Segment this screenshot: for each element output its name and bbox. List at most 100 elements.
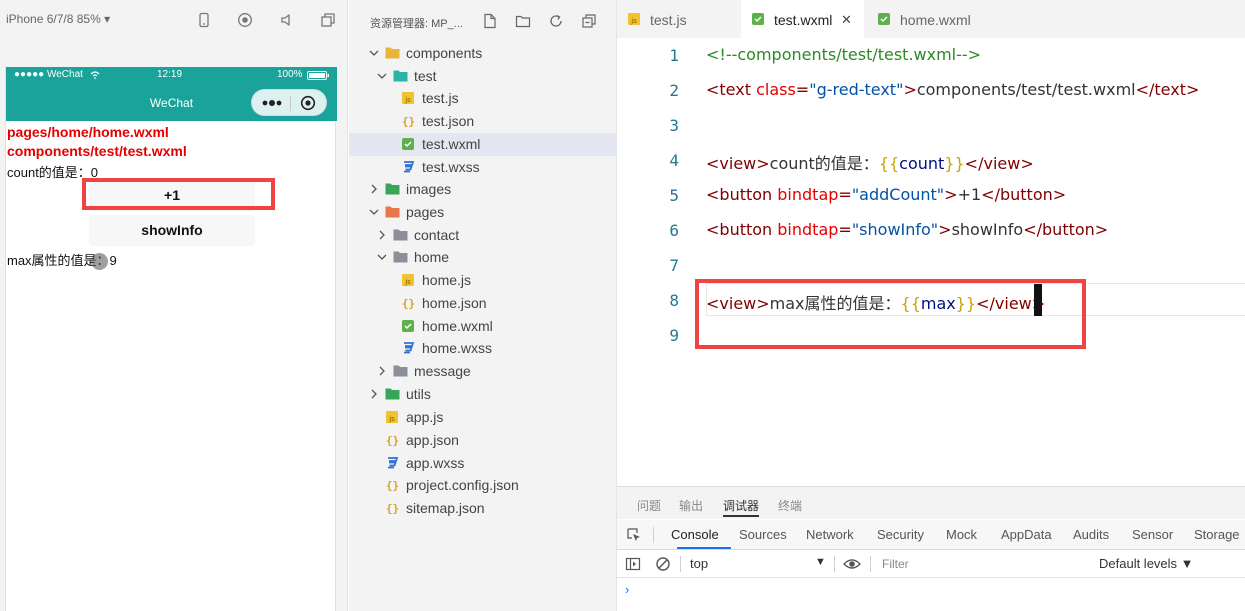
svg-text:js: js xyxy=(630,17,637,25)
editor-tab-label: test.js xyxy=(650,12,687,28)
tab-audits[interactable]: Audits xyxy=(1073,527,1109,542)
detach-window-icon[interactable] xyxy=(320,12,336,28)
highlight-box xyxy=(695,279,1086,349)
inspect-element-icon[interactable] xyxy=(626,527,642,543)
new-folder-icon[interactable] xyxy=(515,13,531,29)
tree-item-home-json[interactable]: {} home.json xyxy=(349,292,617,315)
eye-icon[interactable] xyxy=(843,556,861,572)
code-line[interactable]: 5 <button bindtap="addCount">+1</button> xyxy=(617,178,1245,213)
tree-item-app-js[interactable]: js app.js xyxy=(349,406,617,429)
tree-item-home-wxml[interactable]: home.wxml xyxy=(349,315,617,338)
tab-debugger[interactable]: 调试器 xyxy=(723,497,759,514)
wxml-file-icon xyxy=(877,12,891,29)
tree-item-app-json[interactable]: {} app.json xyxy=(349,429,617,452)
code-line[interactable]: 1 <!--components/test/test.wxml--> xyxy=(617,38,1245,73)
line-number: 3 xyxy=(669,116,679,135)
folder-icon xyxy=(385,205,400,220)
phone-icon[interactable] xyxy=(196,12,212,28)
code-line[interactable]: 4 <view>count的值是：{{count}}</view> xyxy=(617,143,1245,178)
sidebar-toggle-icon[interactable] xyxy=(625,556,641,572)
context-select[interactable]: top xyxy=(690,556,708,571)
tab-terminal[interactable]: 终端 xyxy=(778,497,802,514)
wxss-file-icon xyxy=(401,160,415,175)
chevron-down-icon[interactable] xyxy=(377,249,387,265)
status-bar: ●●●●● WeChat 12:19 100% xyxy=(6,67,337,84)
tree-item-test[interactable]: test xyxy=(349,65,617,88)
device-select[interactable]: iPhone 6/7/8 85% ▾ xyxy=(6,12,110,26)
capsule-button[interactable] xyxy=(251,89,327,116)
chevron-down-icon[interactable] xyxy=(369,45,379,61)
tree-item-home-js[interactable]: js home.js xyxy=(349,269,617,292)
toolbar-divider xyxy=(653,527,654,543)
tab-problems[interactable]: 问题 xyxy=(637,497,661,514)
tree-item-test-wxml[interactable]: test.wxml xyxy=(349,133,617,156)
tree-item-pages[interactable]: pages xyxy=(349,201,617,224)
collapse-all-icon[interactable] xyxy=(581,13,597,29)
code-line[interactable]: 3 xyxy=(617,108,1245,143)
battery-icon xyxy=(307,71,329,80)
line-number: 8 xyxy=(669,291,679,310)
record-icon[interactable] xyxy=(237,12,253,28)
tree-item-sitemap-json[interactable]: {} sitemap.json xyxy=(349,497,617,520)
close-tab-icon[interactable]: ✕ xyxy=(841,12,852,28)
tab-sensor[interactable]: Sensor xyxy=(1132,527,1173,542)
tree-item-app-wxss[interactable]: app.wxss xyxy=(349,452,617,475)
filter-input[interactable] xyxy=(878,553,1088,575)
tab-mock[interactable]: Mock xyxy=(946,527,977,542)
editor-tab-test-js[interactable]: js test.js xyxy=(617,0,739,38)
svg-text:{}: {} xyxy=(402,297,415,310)
code-line[interactable]: 2 <text class="g-red-text">components/tes… xyxy=(617,73,1245,108)
explorer-title: 资源管理器: MP_... xyxy=(370,18,463,30)
tab-storage[interactable]: Storage xyxy=(1194,527,1240,542)
editor-tab-test-wxml[interactable]: test.wxml ✕ xyxy=(741,0,864,38)
tree-item-home-wxss[interactable]: home.wxss xyxy=(349,337,617,360)
wxml-file-icon xyxy=(401,319,415,334)
editor-tab-home-wxml[interactable]: home.wxml xyxy=(867,0,989,38)
tree-item-project-config-json[interactable]: {} project.config.json xyxy=(349,474,617,497)
tree-item-message[interactable]: message xyxy=(349,360,617,383)
show-info-button[interactable]: showInfo xyxy=(89,215,255,246)
tree-item-contact[interactable]: contact xyxy=(349,224,617,247)
line-number: 7 xyxy=(669,256,679,275)
tab-sources[interactable]: Sources xyxy=(739,527,787,542)
code-line[interactable]: 7 xyxy=(617,248,1245,283)
tab-console[interactable]: Console xyxy=(671,527,719,542)
tree-item-images[interactable]: images xyxy=(349,178,617,201)
log-levels-select[interactable]: Default levels ▼ xyxy=(1099,556,1194,571)
toolbar-divider xyxy=(680,556,681,572)
tab-network[interactable]: Network xyxy=(806,527,854,542)
chevron-right-icon[interactable] xyxy=(369,386,379,402)
tree-item-utils[interactable]: utils xyxy=(349,383,617,406)
line-number: 2 xyxy=(669,81,679,100)
chevron-down-icon[interactable] xyxy=(369,204,379,220)
tree-item-components[interactable]: components xyxy=(349,42,617,65)
tree-item-test-js[interactable]: js test.js xyxy=(349,87,617,110)
svg-text:{}: {} xyxy=(386,434,399,447)
chevron-down-icon[interactable] xyxy=(377,68,387,84)
tree-item-label: test xyxy=(414,68,437,84)
volume-icon[interactable] xyxy=(279,12,295,28)
tab-security[interactable]: Security xyxy=(877,527,924,542)
new-file-icon[interactable] xyxy=(482,13,498,29)
code-line[interactable]: 6 <button bindtap="showInfo">showInfo</bu… xyxy=(617,213,1245,248)
code-text: <!--components/test/test.wxml--> xyxy=(706,45,982,64)
more-icon[interactable] xyxy=(262,100,282,106)
mouse-cursor xyxy=(91,253,108,270)
chevron-right-icon[interactable] xyxy=(377,227,387,243)
tree-item-test-json[interactable]: {} test.json xyxy=(349,110,617,133)
clear-console-icon[interactable] xyxy=(655,556,671,572)
chevron-right-icon[interactable] xyxy=(377,363,387,379)
phone-screen: ●●●●● WeChat 12:19 100% WeChat pages/hom… xyxy=(5,67,337,611)
js-file-icon: js xyxy=(627,12,641,29)
tab-output[interactable]: 输出 xyxy=(679,497,703,514)
chevron-down-icon[interactable]: ▼ xyxy=(815,556,826,568)
close-mini-program-icon[interactable] xyxy=(300,95,316,111)
line-number: 5 xyxy=(669,186,679,205)
chevron-right-icon[interactable] xyxy=(369,181,379,197)
refresh-icon[interactable] xyxy=(548,13,564,29)
text-cursor xyxy=(1034,284,1042,316)
tree-item-test-wxss[interactable]: test.wxss xyxy=(349,156,617,179)
console-prompt[interactable]: › xyxy=(625,582,629,597)
tree-item-home[interactable]: home xyxy=(349,246,617,269)
tab-appdata[interactable]: AppData xyxy=(1001,527,1052,542)
